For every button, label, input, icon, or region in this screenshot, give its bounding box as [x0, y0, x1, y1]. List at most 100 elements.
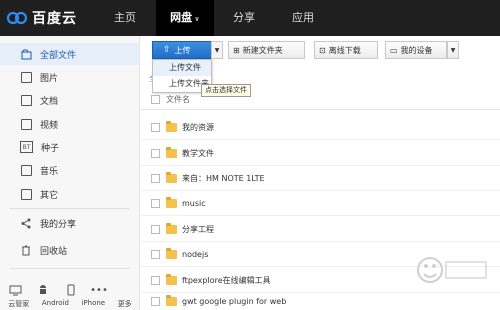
- offline-download-button[interactable]: ⊡ 离线下载: [314, 41, 378, 59]
- upload-button-label: 上传: [174, 45, 191, 55]
- row-checkbox[interactable]: [151, 148, 160, 158]
- folder-icon: [166, 273, 177, 285]
- my-devices-label: 我的设备: [400, 45, 433, 55]
- folder-icon: [166, 295, 177, 306]
- file-name[interactable]: music: [182, 199, 206, 208]
- nav-home[interactable]: 主页: [100, 0, 150, 36]
- share-icon: [20, 217, 32, 229]
- folder-icon: [166, 146, 177, 158]
- folder-icon: [166, 120, 177, 132]
- download-icon: ⊡: [319, 45, 326, 55]
- sidebar-item-my-shares[interactable]: 我的分享: [0, 212, 139, 234]
- sidebar-item-label: 种子: [41, 143, 60, 154]
- tooltip: 点击选择文件: [201, 84, 251, 97]
- row-checkbox[interactable]: [151, 198, 160, 208]
- device-label-android[interactable]: Android: [42, 299, 69, 309]
- sidebar-item-other[interactable]: 其它: [0, 183, 139, 205]
- baidu-cloud-logo[interactable]: 百度云: [6, 8, 77, 28]
- file-name[interactable]: 来自：HM NOTE 1LTE: [182, 173, 265, 184]
- sidebar-item-label: 其它: [40, 190, 59, 201]
- devices-icon: ▭: [390, 45, 398, 55]
- desktop-icon[interactable]: [8, 284, 22, 296]
- document-icon: [20, 94, 32, 106]
- row-checkbox[interactable]: [151, 173, 160, 183]
- device-labels: 云管家 Android iPhone 更多: [0, 299, 140, 309]
- sidebar-item-all-files[interactable]: 全部文件: [0, 43, 139, 65]
- chevron-down-icon: ∨: [194, 15, 200, 23]
- upload-icon: ⇧: [163, 45, 171, 55]
- file-name[interactable]: nodejs: [182, 250, 208, 259]
- sidebar-item-label: 视频: [40, 120, 59, 131]
- file-name[interactable]: gwt google plugin for web: [182, 297, 286, 306]
- iphone-icon[interactable]: [64, 284, 78, 296]
- sidebar-item-recycle-bin[interactable]: 回收站: [0, 239, 139, 261]
- sidebar-item-torrents[interactable]: BT 种子: [0, 136, 139, 158]
- folder-icon: [166, 171, 177, 183]
- my-devices-button[interactable]: ▭ 我的设备: [385, 41, 447, 59]
- upload-menu-toggle[interactable]: ▼: [211, 41, 223, 59]
- my-devices-menu-toggle[interactable]: ▼: [447, 41, 459, 59]
- other-icon: [20, 188, 32, 200]
- list-item[interactable]: 分享工程: [141, 217, 500, 242]
- sidebar-item-images[interactable]: 图片: [0, 66, 139, 88]
- new-folder-icon: ⊞: [233, 45, 240, 55]
- sidebar-item-videos[interactable]: 视频: [0, 113, 139, 135]
- more-icon[interactable]: •••: [90, 284, 108, 296]
- sidebar-divider: [10, 268, 130, 269]
- row-checkbox[interactable]: [151, 249, 160, 259]
- sidebar-item-label: 图片: [40, 73, 59, 84]
- list-item[interactable]: 教学文件: [141, 141, 500, 166]
- file-name[interactable]: ftpexplore在线编辑工具: [182, 275, 271, 286]
- video-icon: [20, 118, 32, 130]
- folder-icon: [166, 222, 177, 234]
- bt-icon: BT: [20, 141, 33, 153]
- menu-item-upload-file[interactable]: 上传文件: [153, 60, 211, 76]
- device-icons: •••: [8, 284, 108, 296]
- device-label-more[interactable]: 更多: [118, 299, 132, 309]
- logo-text: 百度云: [32, 11, 77, 27]
- list-item[interactable]: 来自：HM NOTE 1LTE: [141, 166, 500, 191]
- sidebar-item-documents[interactable]: 文档: [0, 89, 139, 111]
- music-icon: [20, 164, 32, 176]
- file-name[interactable]: 教学文件: [182, 148, 214, 159]
- list-item[interactable]: music: [141, 191, 500, 216]
- sidebar-item-label: 我的分享: [40, 219, 77, 230]
- device-label-iphone[interactable]: iPhone: [81, 299, 105, 309]
- file-name[interactable]: 我的资源: [182, 122, 214, 133]
- row-checkbox[interactable]: [151, 122, 160, 132]
- offline-download-label: 离线下载: [328, 45, 361, 55]
- nav-netdisk[interactable]: 网盘 ∨: [156, 0, 214, 36]
- row-checkbox[interactable]: [151, 224, 160, 234]
- sidebar-item-label: 音乐: [40, 166, 59, 177]
- folder-icon: [166, 247, 177, 259]
- new-folder-button[interactable]: ⊞ 新建文件夹: [228, 41, 305, 59]
- sidebar-item-music[interactable]: 音乐: [0, 159, 139, 181]
- sidebar-item-label: 文档: [40, 96, 59, 107]
- row-checkbox[interactable]: [151, 275, 160, 285]
- image-icon: [20, 71, 32, 83]
- list-item[interactable]: 我的资源: [141, 115, 500, 140]
- cloud-logo-icon: [6, 11, 28, 25]
- nav-netdisk-label: 网盘: [170, 11, 193, 24]
- device-label-manager[interactable]: 云管家: [8, 299, 29, 309]
- file-icon: [20, 48, 32, 60]
- sidebar-item-label: 全部文件: [40, 50, 77, 61]
- nav-apps[interactable]: 应用: [278, 0, 328, 36]
- trash-icon: [20, 244, 32, 256]
- watermark-logo: [417, 257, 487, 283]
- sidebar-item-label: 回收站: [40, 246, 68, 257]
- nav-share[interactable]: 分享: [220, 0, 268, 36]
- sidebar: 全部文件 图片 文档 视频 BT 种子 音乐 其它 我的分享 回收站 ••• 云…: [0, 36, 140, 310]
- chevron-down-icon: ▼: [214, 46, 220, 54]
- column-filename[interactable]: 文件名: [166, 94, 190, 105]
- folder-icon: [166, 196, 177, 208]
- row-checkbox[interactable]: [151, 297, 160, 306]
- chevron-down-icon: ▼: [450, 46, 456, 54]
- select-all-checkbox[interactable]: [151, 95, 160, 104]
- list-header: 文件名: [141, 90, 500, 110]
- android-icon[interactable]: [36, 284, 50, 296]
- sidebar-divider: [10, 208, 130, 209]
- top-navigation-bar: 百度云 主页 网盘 ∨ 分享 应用: [0, 0, 500, 36]
- upload-button[interactable]: ⇧ 上传: [152, 41, 212, 59]
- file-name[interactable]: 分享工程: [182, 224, 214, 235]
